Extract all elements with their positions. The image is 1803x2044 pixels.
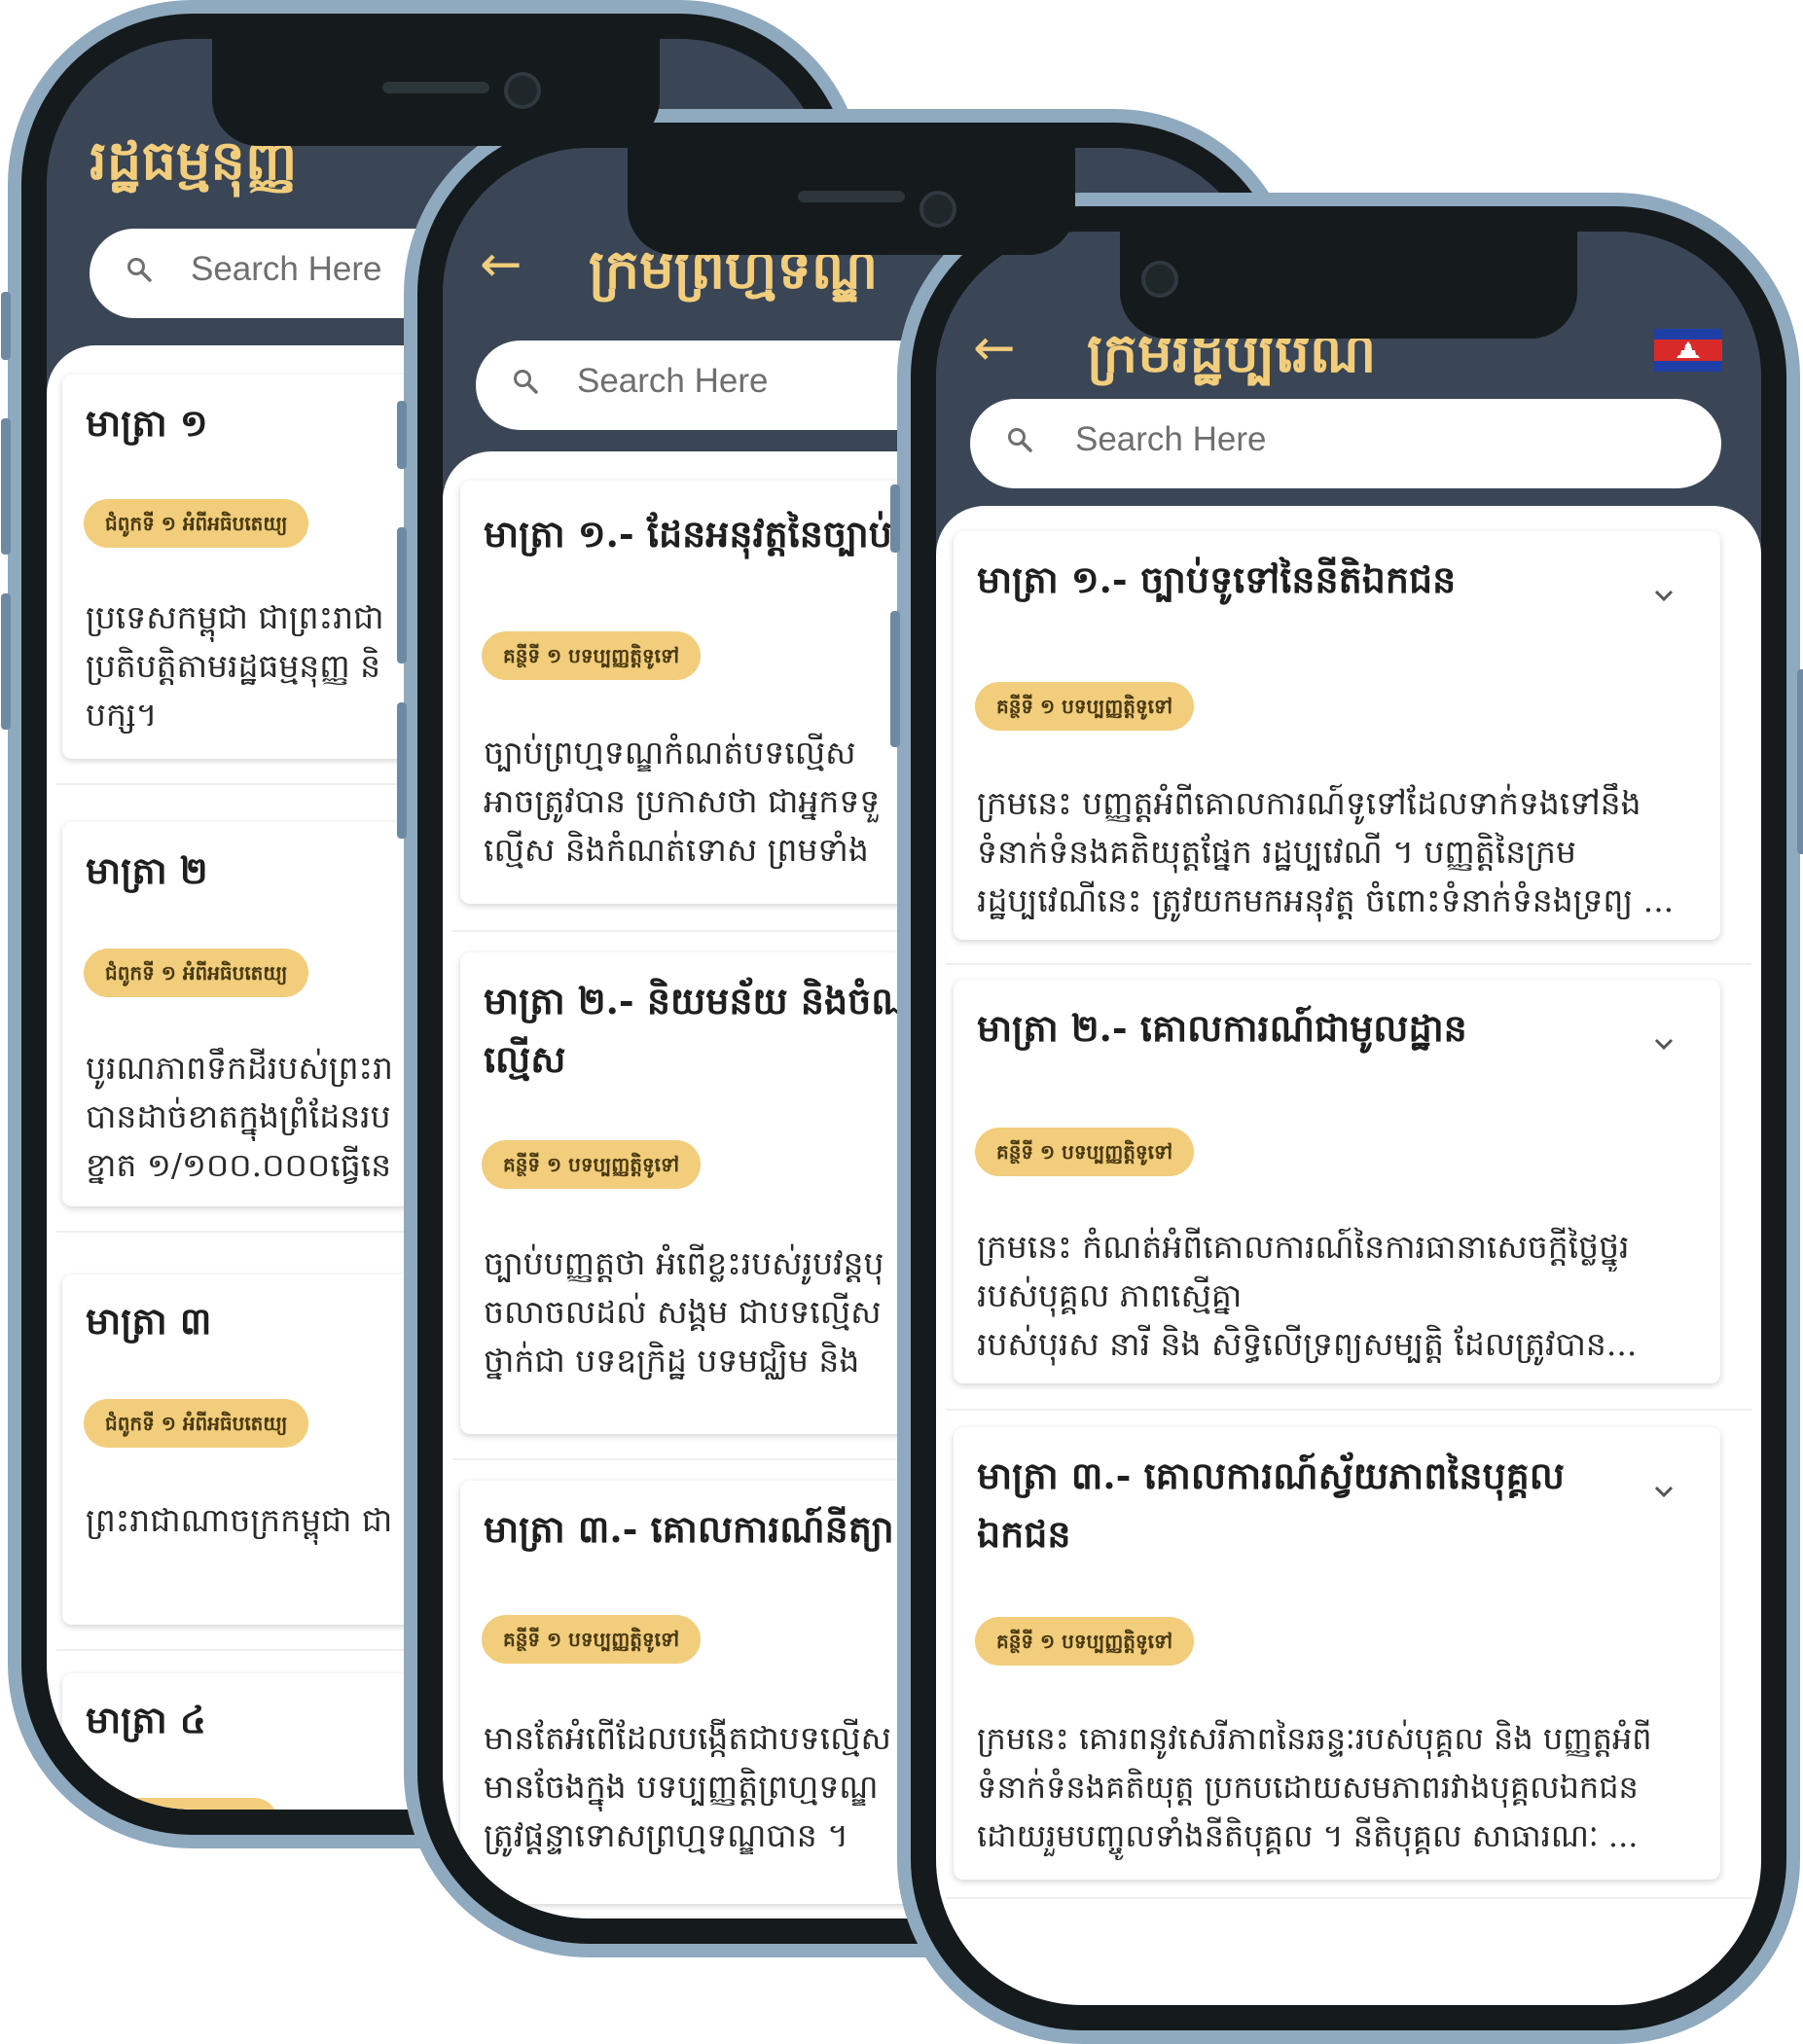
chapter-tag: ជំពូកទី ១ អំពីអធិបតេយ្យ xyxy=(84,949,309,997)
chapter-tag xyxy=(84,1798,278,1810)
notch xyxy=(628,148,1075,255)
chapter-tag: គន្ថីទី ១ បទប្បញ្ញត្តិទូទៅ xyxy=(975,1617,1195,1666)
article-heading: មាត្រា ៣.- គោលការណ៍នីត្យា xyxy=(484,1507,894,1551)
search-icon xyxy=(514,370,538,394)
article-card[interactable]: មាត្រា ៣.- គោលការណ៍ស្វ័យភាពនៃបុគ្គល ឯកជន … xyxy=(954,1427,1720,1880)
chapter-tag: ជំពូកទី ១ អំពីអធិបតេយ្យ xyxy=(84,499,309,548)
chapter-tag: គន្ថីទី ១ បទប្បញ្ញត្តិទូទៅ xyxy=(482,631,702,680)
search-bar[interactable]: Search Here xyxy=(970,399,1721,488)
article-heading: មាត្រា ៣ xyxy=(86,1299,212,1343)
divider xyxy=(946,1897,1751,1899)
divider xyxy=(946,963,1751,965)
chapter-tag: គន្ថីទី ១ បទប្បញ្ញត្តិទូទៅ xyxy=(482,1140,702,1189)
article-heading: មាត្រា ៤ xyxy=(86,1698,206,1741)
article-heading: មាត្រា ១.- ដែនអនុវត្តនៃច្បាប់ xyxy=(484,512,892,556)
search-icon xyxy=(127,258,152,282)
article-excerpt: ក្រមនេះ កំណត់អំពីគោលការណ៍នៃការធានាសេចក្ត… xyxy=(977,1228,1638,1363)
chevron-down-icon[interactable] xyxy=(1650,582,1677,609)
chapter-tag: គន្ថីទី ១ បទប្បញ្ញត្តិទូទៅ xyxy=(975,1128,1195,1176)
back-arrow-icon[interactable]: ← xyxy=(973,319,1016,377)
article-excerpt: ក្រមនេះ បញ្ញត្តអំពីគោលការណ៍ទូទៅដែលទាក់ទង… xyxy=(977,784,1675,919)
article-heading: មាត្រា ២.- គោលការណ៍ជាមូលដ្ឋាន xyxy=(977,1006,1467,1050)
search-input[interactable]: Search Here xyxy=(1075,420,1266,459)
notch xyxy=(212,39,660,146)
article-excerpt: ក្រមនេះ គោរពនូវសេរីភាពនៃឆន្ទៈរបស់បុគ្គល … xyxy=(977,1720,1652,1854)
chevron-down-icon[interactable] xyxy=(1650,1478,1677,1505)
screen: ← ក្រមរដ្ឋប្បវេណី Search Here មាត្រា ១.-… xyxy=(936,232,1761,2005)
cambodia-flag-icon[interactable] xyxy=(1654,329,1722,372)
article-heading: មាត្រា ១ xyxy=(86,401,208,445)
divider xyxy=(946,1409,1751,1411)
article-heading: មាត្រា ១.- ច្បាប់ទូទៅនៃនីតិឯកជន xyxy=(977,557,1457,601)
article-card[interactable]: មាត្រា ១.- ច្បាប់ទូទៅនៃនីតិឯកជន គន្ថីទី … xyxy=(954,531,1720,940)
article-heading: មាត្រា ៣.- គោលការណ៍ស្វ័យភាពនៃបុគ្គល ឯកជន xyxy=(977,1453,1565,1556)
chapter-tag: គន្ថីទី ១ បទប្បញ្ញត្តិទូទៅ xyxy=(975,682,1195,731)
search-input[interactable]: Search Here xyxy=(191,250,381,289)
article-list: មាត្រា ១.- ច្បាប់ទូទៅនៃនីតិឯកជន គន្ថីទី … xyxy=(936,506,1761,2005)
phone-civil-code: ← ក្រមរដ្ឋប្បវេណី Search Here មាត្រា ១.-… xyxy=(890,193,1803,2044)
search-icon xyxy=(1008,428,1032,452)
chevron-down-icon[interactable] xyxy=(1650,1030,1677,1058)
article-heading: មាត្រា ២.- និយមន័យ និងចំណា ល្មើស xyxy=(484,979,928,1081)
back-arrow-icon[interactable]: ← xyxy=(480,235,523,294)
article-card[interactable]: មាត្រា ២.- គោលការណ៍ជាមូលដ្ឋាន គន្ថីទី ១ … xyxy=(954,980,1720,1383)
chapter-tag: ជំពូកទី ១ អំពីអធិបតេយ្យ xyxy=(84,1399,309,1448)
notch xyxy=(1120,232,1577,339)
article-heading: មាត្រា ២ xyxy=(86,848,208,892)
search-input[interactable]: Search Here xyxy=(577,362,768,401)
chapter-tag: គន្ថីទី ១ បទប្បញ្ញត្តិទូទៅ xyxy=(482,1615,702,1664)
